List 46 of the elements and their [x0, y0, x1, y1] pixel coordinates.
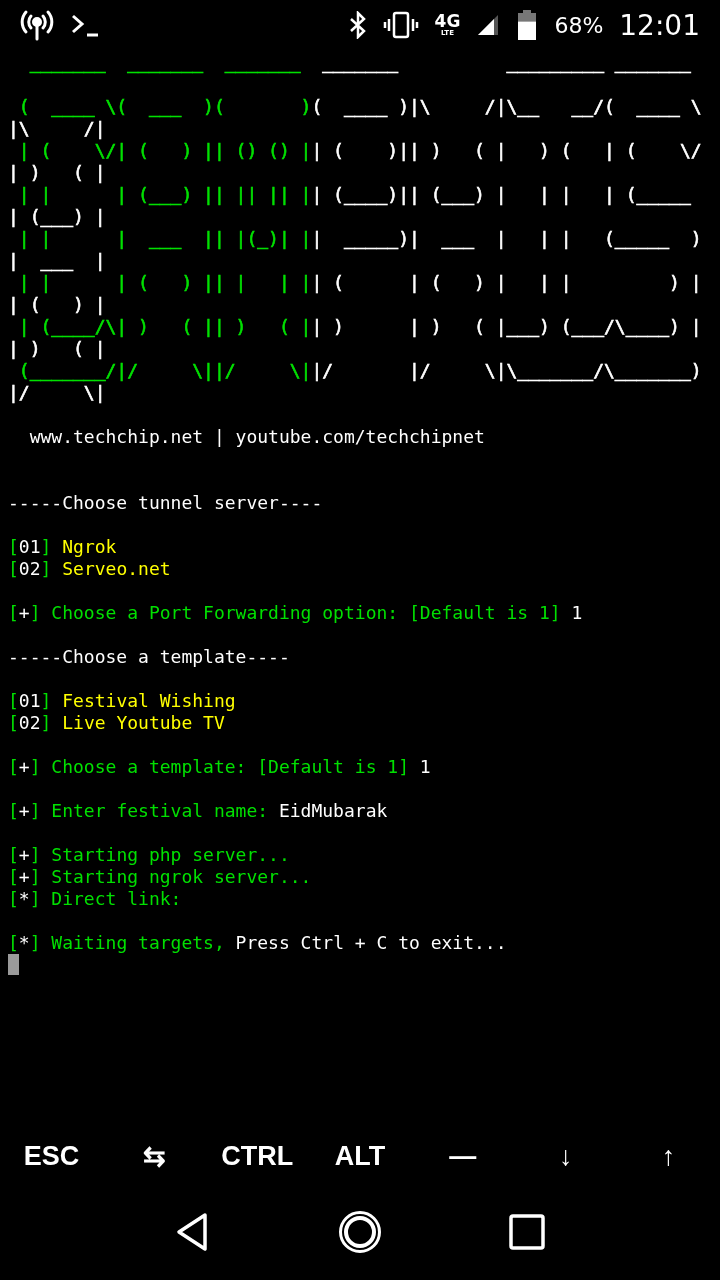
terminal-line: [+] Choose a template: [Default is 1] 1 [8, 756, 431, 778]
extra-key[interactable]: — [443, 1136, 483, 1176]
battery-icon [516, 9, 539, 41]
ascii-art-line: | ( \/| ( ) || () () || ( )|| ) ( | ) ( | ( \/ [17, 140, 702, 162]
terminal-line: [*] Waiting targets, Press Ctrl + C to exit... [8, 932, 507, 954]
ascii-art-line: | | | ( ) || | | || ( | ( ) | | | ) | [17, 272, 702, 294]
text-cursor [8, 954, 19, 975]
extra-key[interactable]: ↑ [655, 1136, 682, 1176]
terminal-icon [70, 12, 100, 38]
extra-key[interactable]: ALT [328, 1136, 392, 1176]
ascii-art-line: _______ _______ _______ _______ _________ _______ [28, 52, 691, 74]
terminal-line: [02] Live Youtube TV [8, 712, 225, 734]
ascii-art-line: |/ \| [8, 382, 106, 404]
ascii-art-line: |\ /| [8, 118, 106, 140]
terminal-line: -----Choose tunnel server---- [8, 492, 323, 514]
terminal-line: [+] Choose a Port Forwarding option: [Default is 1] 1 [8, 602, 583, 624]
terminal-line: [+] Starting ngrok server... [8, 866, 312, 888]
ascii-art-line: | ( ) | [8, 294, 106, 316]
terminal-line: [*] Direct link: [8, 888, 182, 910]
ascii-art-line: | ___ | [8, 250, 106, 272]
terminal-line: [+] Starting php server... [8, 844, 290, 866]
clock: 12:01 [619, 8, 700, 42]
battery-percentage: 68% [554, 12, 604, 38]
ascii-art-line: | | | ___ || |(_)| || _____)| ___ | | | (_____ ) [17, 228, 702, 250]
hotspot-icon [20, 8, 54, 42]
ascii-art-line: | (___) | [8, 206, 106, 228]
ascii-art-line: | ) ( | [8, 162, 106, 184]
terminal-line: www.techchip.net | youtube.com/techchipnet [28, 426, 485, 448]
home-icon[interactable] [338, 1210, 382, 1254]
extra-key[interactable]: CTRL [215, 1136, 300, 1176]
ascii-art-line: | (____/\| ) ( || ) ( || ) | ) ( |___) (___/\____) | [17, 316, 702, 338]
vibrate-icon [382, 11, 419, 39]
terminal-line: [+] Enter festival name: EidMubarak [8, 800, 388, 822]
ascii-art-line: | ) ( | [8, 338, 106, 360]
signal-icon [476, 13, 501, 37]
extra-key[interactable]: ESC [17, 1136, 86, 1176]
extra-key[interactable]: ⇆ [136, 1136, 172, 1176]
terminal-line: -----Choose a template---- [8, 646, 290, 668]
ascii-art-line: ( ____ \( ___ )( )( ____ )|\ /|\__ __/( ____ \ [17, 96, 702, 118]
ascii-art-line: (_______/|/ \||/ \||/ |/ \|\_______/\_______) [17, 360, 702, 382]
extra-key[interactable]: ↓ [552, 1136, 579, 1176]
ascii-art-line: | | | (___) || || || || (____)|| (___) | | | | (_____ [17, 184, 691, 206]
terminal-line: [02] Serveo.net [8, 558, 171, 580]
terminal-line: [01] Festival Wishing [8, 690, 236, 712]
terminal-line: [01] Ngrok [8, 536, 117, 558]
bluetooth-icon [348, 11, 367, 39]
